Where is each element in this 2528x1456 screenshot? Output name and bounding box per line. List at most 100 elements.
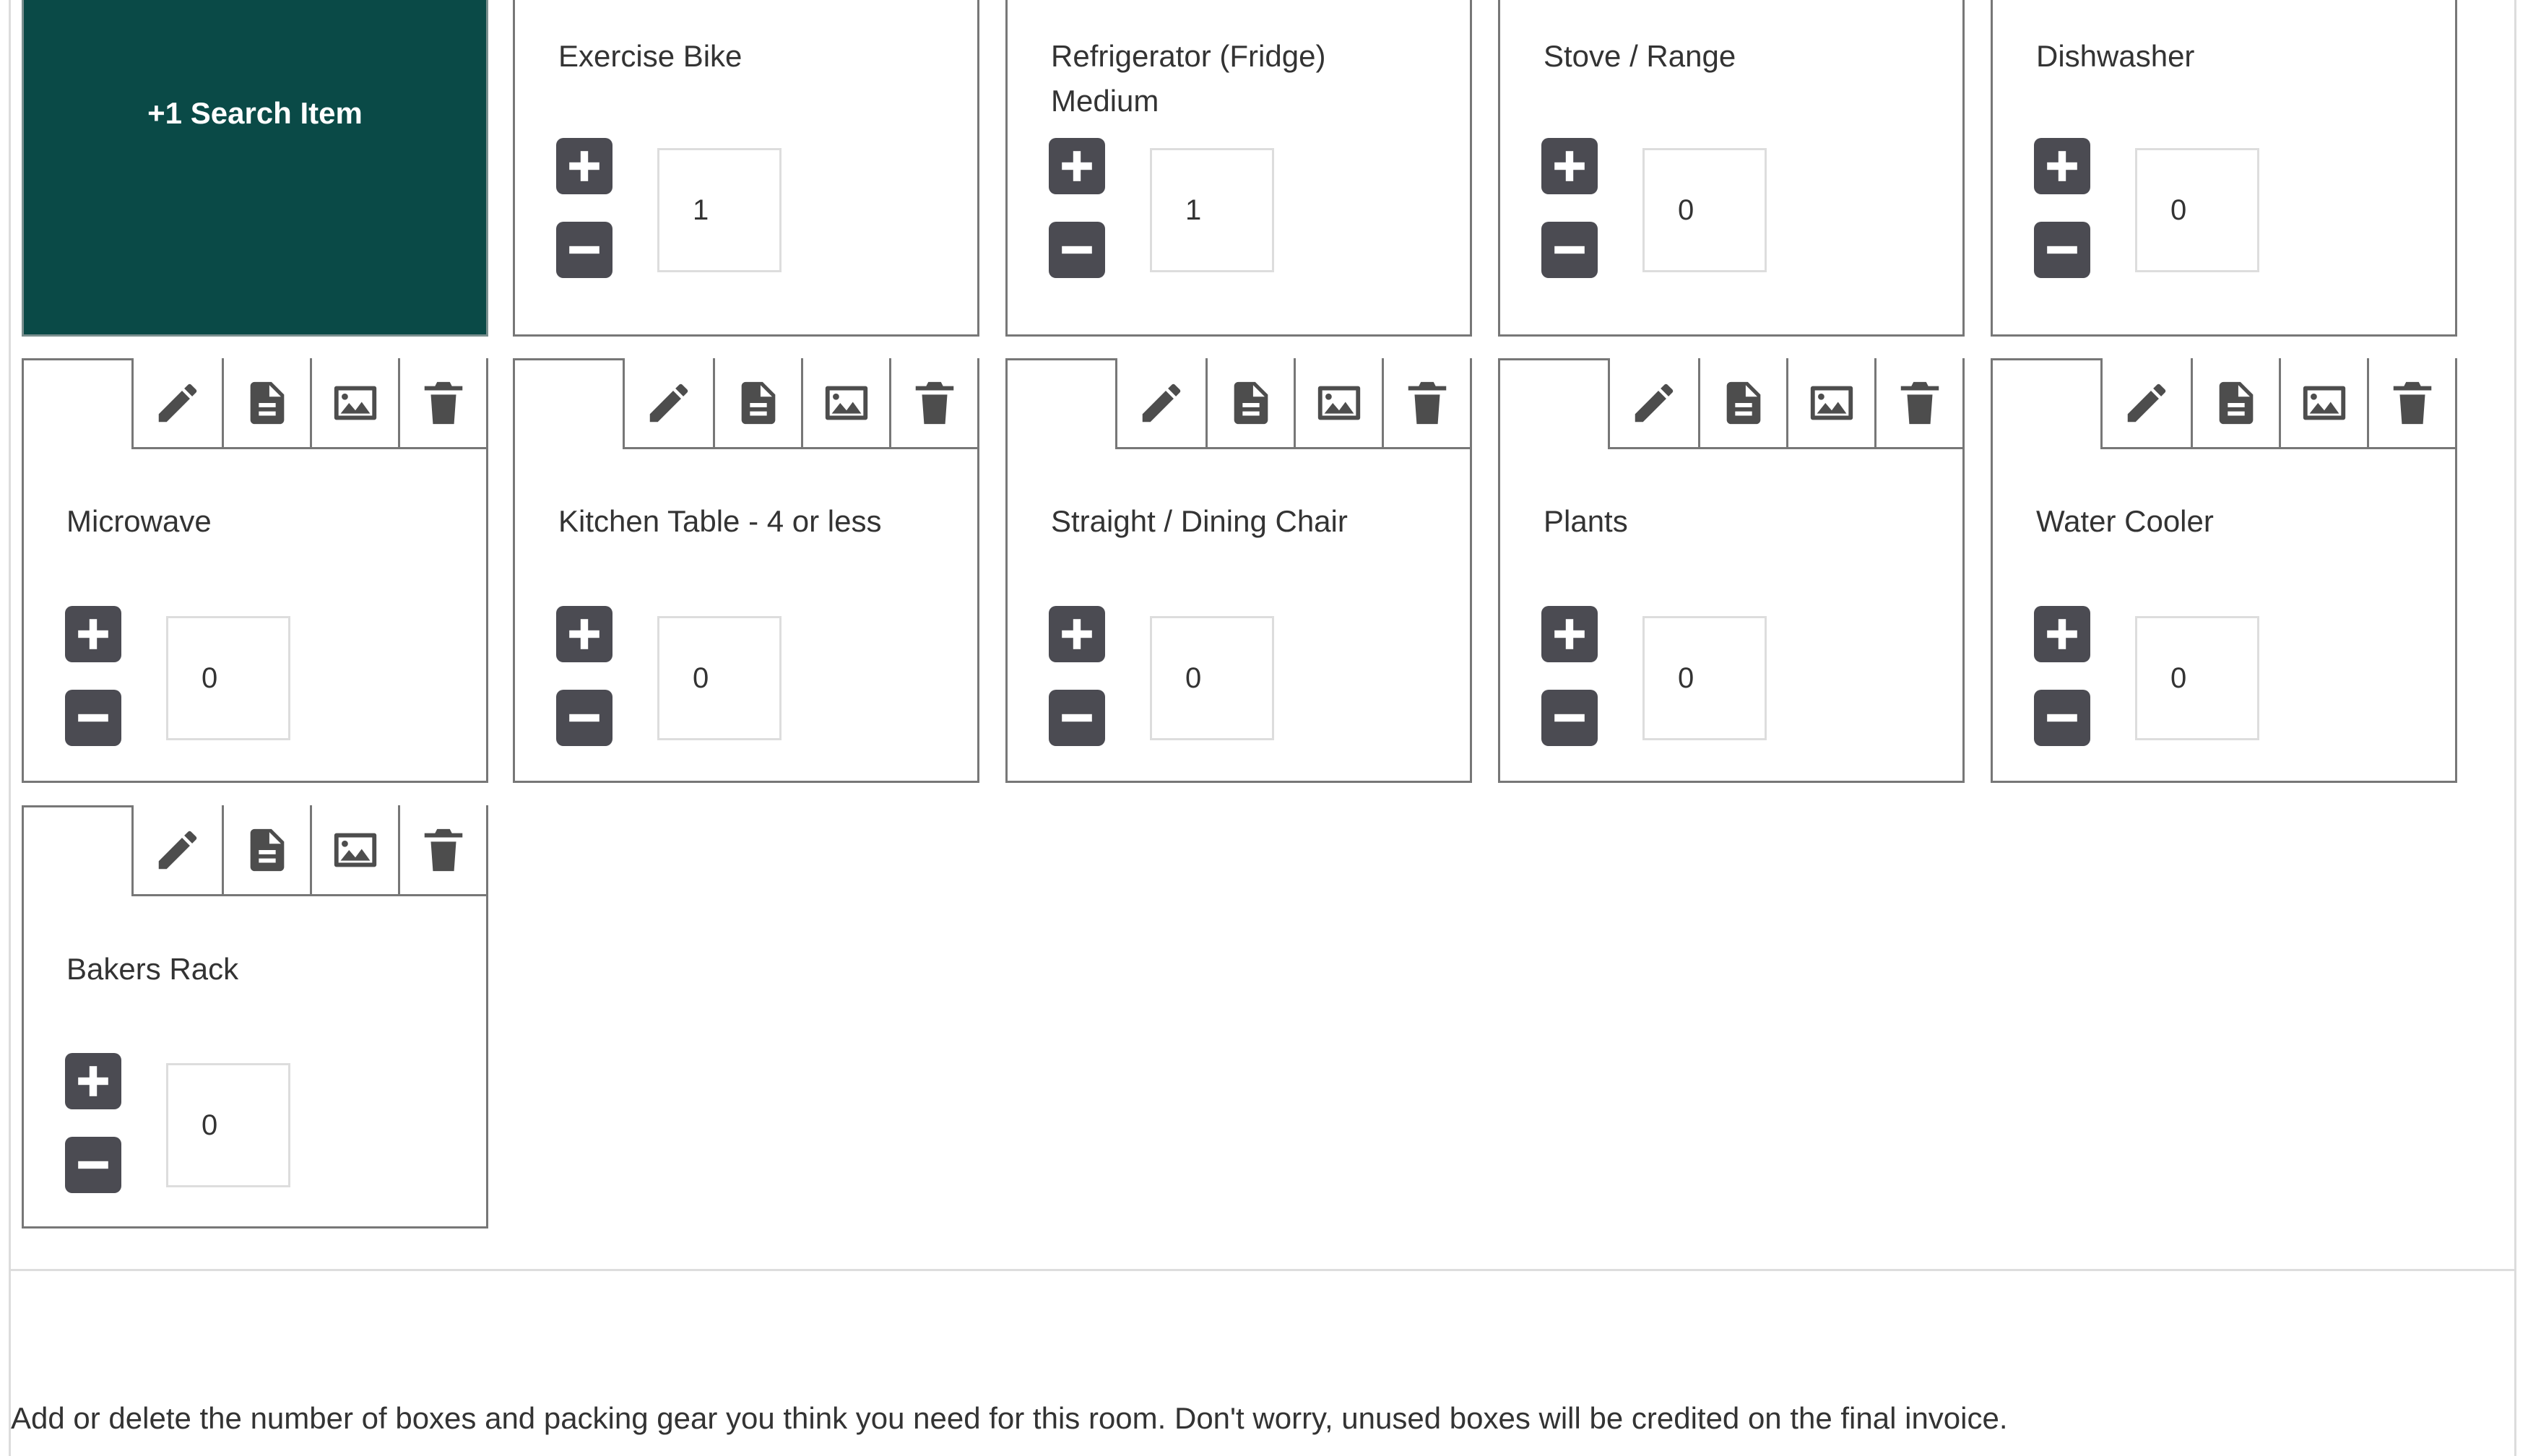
item-toolbar: [1115, 358, 1472, 449]
notes-button[interactable]: [713, 358, 801, 447]
image-icon: [825, 386, 867, 420]
edit-button[interactable]: [134, 805, 222, 894]
plus-icon: [569, 151, 599, 181]
minus-icon: [1062, 246, 1092, 254]
quantity-input[interactable]: [166, 616, 290, 740]
item-name: Bakers Rack: [66, 952, 239, 986]
decrement-button[interactable]: [2034, 222, 2090, 278]
item-name: Exercise Bike: [558, 39, 743, 73]
increment-button[interactable]: [1049, 606, 1105, 662]
plus-icon: [78, 619, 108, 649]
edit-button[interactable]: [1610, 358, 1698, 447]
quantity-input[interactable]: [1642, 148, 1767, 272]
add-search-item-button[interactable]: +1 Search Item: [22, 0, 488, 337]
decrement-button[interactable]: [2034, 690, 2090, 746]
delete-button[interactable]: [1382, 358, 1470, 447]
increment-button[interactable]: [2034, 138, 2090, 194]
image-icon: [1317, 386, 1360, 420]
increment-button[interactable]: [1541, 138, 1598, 194]
item-name: Stove / Range: [1544, 39, 1736, 73]
minus-icon: [569, 714, 599, 722]
decrement-button[interactable]: [1541, 222, 1598, 278]
item-card-refrigerator: Refrigerator (Fridge) Medium: [1005, 0, 1472, 337]
plus-icon: [2047, 619, 2077, 649]
item-card-kitchen-table: Kitchen Table - 4 or less: [513, 358, 979, 783]
edit-button[interactable]: [2103, 358, 2191, 447]
item-name: Plants: [1544, 504, 1628, 538]
delete-button[interactable]: [398, 805, 486, 894]
minus-icon: [1554, 246, 1585, 254]
trash-icon: [915, 381, 953, 424]
quantity-input[interactable]: [2135, 148, 2259, 272]
decrement-button[interactable]: [65, 1137, 121, 1193]
minus-icon: [2047, 246, 2077, 254]
photo-button[interactable]: [1294, 358, 1382, 447]
item-name: Dishwasher: [2036, 39, 2195, 73]
item-toolbar: [2100, 358, 2457, 449]
decrement-button[interactable]: [1541, 690, 1598, 746]
pencil-icon: [158, 831, 197, 869]
minus-icon: [78, 1161, 108, 1169]
trash-icon: [1900, 381, 1939, 424]
photo-button[interactable]: [1786, 358, 1874, 447]
photo-button[interactable]: [310, 805, 398, 894]
image-icon: [1810, 386, 1853, 420]
quantity-input[interactable]: [2135, 616, 2259, 740]
item-card-microwave: Microwave: [22, 358, 488, 783]
notes-button[interactable]: [1698, 358, 1786, 447]
increment-button[interactable]: [1049, 138, 1105, 194]
notes-button[interactable]: [2191, 358, 2279, 447]
trash-icon: [1408, 381, 1446, 424]
quantity-input[interactable]: [657, 148, 782, 272]
increment-button[interactable]: [556, 138, 612, 194]
quantity-input[interactable]: [1642, 616, 1767, 740]
decrement-button[interactable]: [1049, 690, 1105, 746]
decrement-button[interactable]: [556, 690, 612, 746]
notes-button[interactable]: [222, 358, 310, 447]
quantity-input[interactable]: [1150, 616, 1274, 740]
item-card-plants: Plants: [1498, 358, 1965, 783]
edit-button[interactable]: [625, 358, 713, 447]
quantity-input[interactable]: [657, 616, 782, 740]
item-card-bakers-rack: Bakers Rack: [22, 805, 488, 1228]
delete-button[interactable]: [889, 358, 977, 447]
delete-button[interactable]: [2367, 358, 2455, 447]
edit-button[interactable]: [134, 358, 222, 447]
item-card-exercise-bike: Exercise Bike: [513, 0, 979, 337]
notes-button[interactable]: [222, 805, 310, 894]
decrement-button[interactable]: [556, 222, 612, 278]
plus-icon: [569, 619, 599, 649]
document-icon: [2219, 381, 2253, 424]
item-card-water-cooler: Water Cooler: [1991, 358, 2457, 783]
increment-button[interactable]: [65, 1053, 121, 1109]
plus-icon: [1554, 151, 1585, 181]
document-icon: [741, 381, 775, 424]
decrement-button[interactable]: [1049, 222, 1105, 278]
photo-button[interactable]: [801, 358, 889, 447]
increment-button[interactable]: [1541, 606, 1598, 662]
image-icon: [334, 386, 376, 420]
edit-button[interactable]: [1117, 358, 1205, 447]
item-name: Microwave: [66, 504, 212, 538]
document-icon: [250, 381, 284, 424]
pencil-icon: [1635, 384, 1674, 422]
minus-icon: [1554, 714, 1585, 722]
search-item-label: +1 Search Item: [147, 96, 363, 130]
decrement-button[interactable]: [65, 690, 121, 746]
photo-button[interactable]: [2279, 358, 2367, 447]
minus-icon: [569, 246, 599, 254]
increment-button[interactable]: [2034, 606, 2090, 662]
item-name: Straight / Dining Chair: [1051, 504, 1348, 538]
delete-button[interactable]: [1874, 358, 1962, 447]
item-name: Kitchen Table - 4 or less: [558, 504, 882, 538]
photo-button[interactable]: [310, 358, 398, 447]
notes-button[interactable]: [1205, 358, 1294, 447]
quantity-input[interactable]: [1150, 148, 1274, 272]
quantity-input[interactable]: [166, 1063, 290, 1187]
image-icon: [334, 833, 376, 867]
delete-button[interactable]: [398, 358, 486, 447]
trash-icon: [424, 381, 462, 424]
image-icon: [2303, 386, 2345, 420]
increment-button[interactable]: [556, 606, 612, 662]
increment-button[interactable]: [65, 606, 121, 662]
